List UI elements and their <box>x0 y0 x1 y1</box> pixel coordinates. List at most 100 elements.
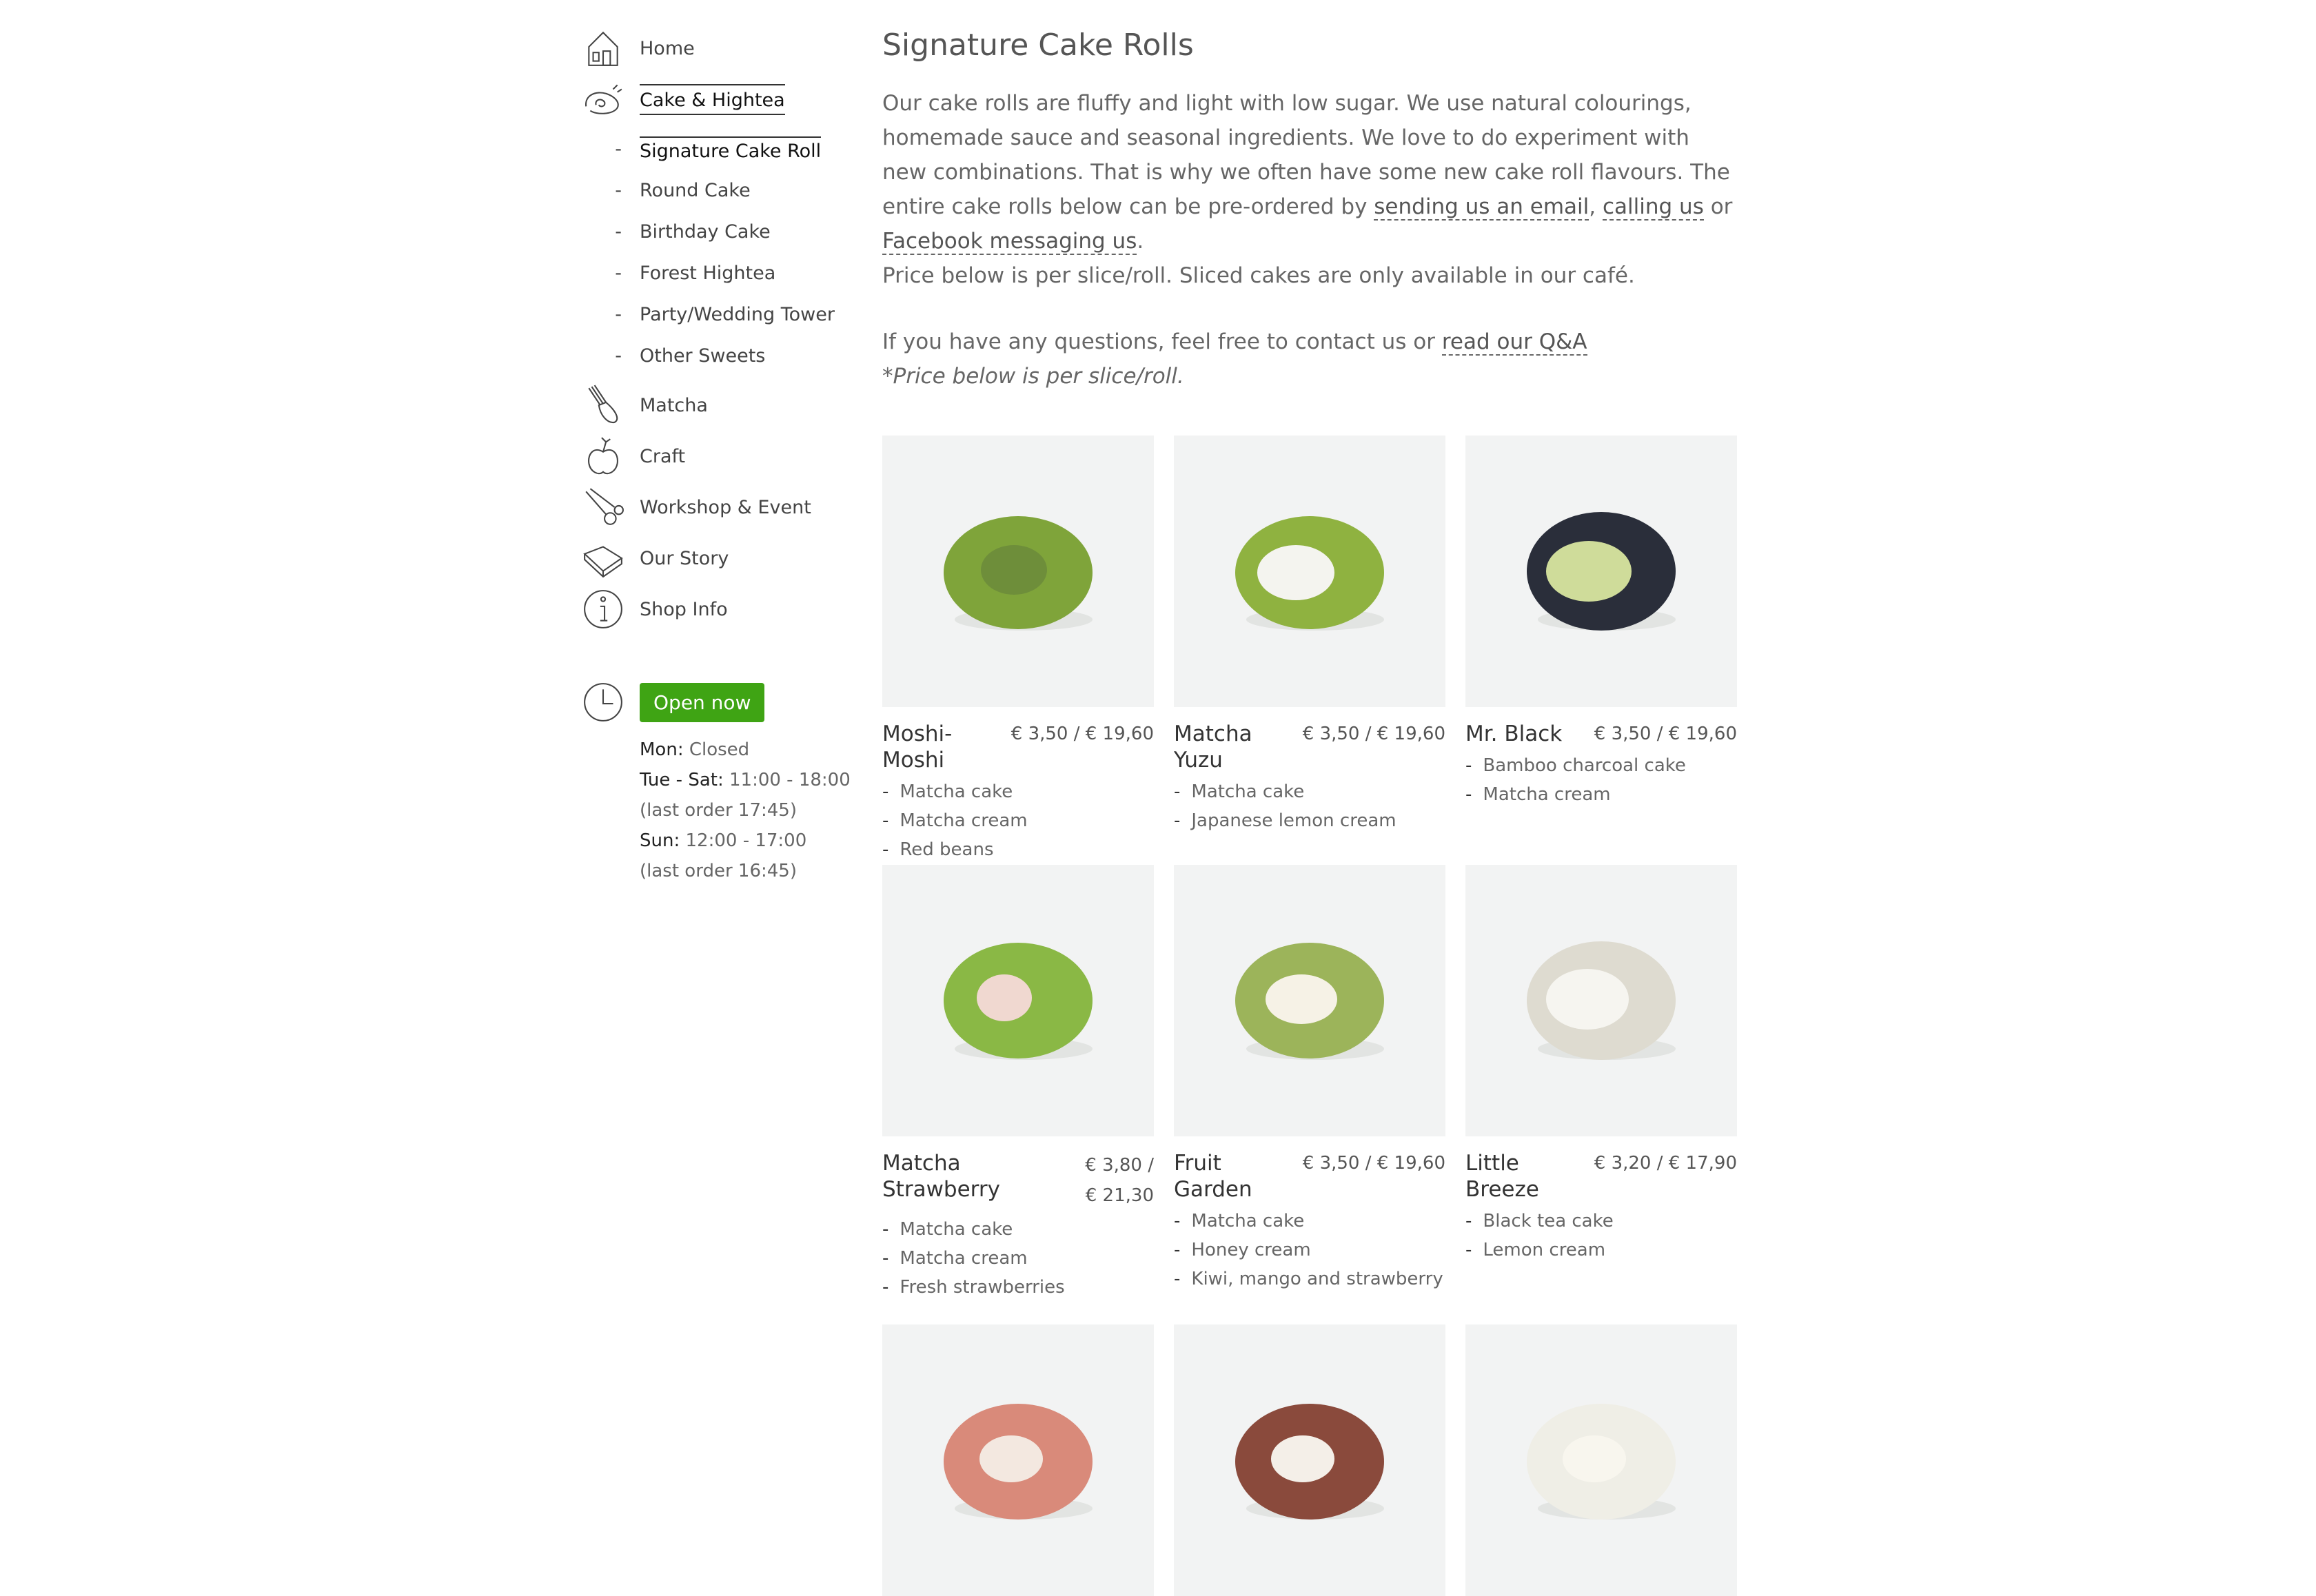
facebook-link[interactable]: Facebook messaging us <box>882 229 1137 255</box>
hours-sun: Sun: 12:00 - 17:00 <box>640 830 807 851</box>
product-price: € 3,50 / € 19,60 <box>1302 724 1445 744</box>
product-name: Matcha Strawberry <box>882 1151 1000 1202</box>
product-image[interactable] <box>882 1324 1154 1596</box>
hours-sun-note: (last order 16:45) <box>640 861 797 881</box>
ingredient: Lemon cream <box>1465 1236 1737 1265</box>
product-card[interactable]: Matcha Yuzu € 3,50 / € 19,60 Matcha cake… <box>1174 436 1445 835</box>
product-name: Matcha Yuzu <box>1174 722 1252 773</box>
ingredient: Matcha cream <box>882 1244 1154 1273</box>
subnav-item-party-wedding-tower[interactable]: - Party/Wedding Tower <box>580 294 856 335</box>
nav-label: Home <box>640 37 695 59</box>
product-price: € 3,50 / € 19,60 <box>1594 724 1737 744</box>
product-price: € 3,20 / € 17,90 <box>1594 1153 1737 1174</box>
ingredient: Matcha cake <box>882 1215 1154 1244</box>
hours-mon: Mon: Closed <box>640 739 750 760</box>
nav-item-cake-hightea[interactable]: Cake & Hightea <box>580 77 856 121</box>
product-image[interactable] <box>1465 1324 1737 1596</box>
hours-tue-sat-note: (last order 17:45) <box>640 800 797 821</box>
ingredient-list: Bamboo charcoal cake Matcha cream <box>1465 751 1737 809</box>
subnav-item-birthday-cake[interactable]: - Birthday Cake <box>580 211 856 252</box>
nav-item-workshop-event[interactable]: Workshop & Event <box>580 485 856 529</box>
product-card[interactable] <box>1465 1324 1737 1596</box>
open-status-badge: Open now <box>640 682 765 722</box>
matcha-whisk-icon <box>580 382 626 428</box>
hours-list: Mon: Closed Tue - Sat: 11:00 - 18:00 (la… <box>640 735 856 886</box>
ingredient-list: Matcha cake Matcha cream Fresh strawberr… <box>882 1215 1154 1302</box>
subnav-item-forest-hightea[interactable]: - Forest Hightea <box>580 252 856 294</box>
subnav-item-round-cake[interactable]: - Round Cake <box>580 170 856 211</box>
subnav-item-signature-cake-roll[interactable]: - Signature Cake Roll <box>580 128 856 170</box>
subnav: - Signature Cake Roll - Round Cake - Bir… <box>580 128 856 376</box>
product-card[interactable]: Fruit Garden € 3,50 / € 19,60 Matcha cak… <box>1174 865 1445 1293</box>
cake-slice-image <box>1235 1404 1384 1520</box>
italic-price-note: *Price below is per slice/roll. <box>882 364 1184 389</box>
nav-item-shop-info[interactable]: Shop Info <box>580 587 856 631</box>
subnav-label: Forest Hightea <box>640 262 776 284</box>
ingredient-list: Matcha cake Matcha cream Red beans <box>882 777 1154 864</box>
nav-item-home[interactable]: Home <box>580 26 856 70</box>
ingredient: Matcha cake <box>1174 777 1445 806</box>
product-image[interactable] <box>1174 865 1445 1136</box>
ingredient: Honey cream <box>1174 1236 1445 1265</box>
product-image[interactable] <box>1465 865 1737 1136</box>
ingredient-list: Matcha cake Honey cream Kiwi, mango and … <box>1174 1207 1445 1293</box>
email-link[interactable]: sending us an email <box>1374 194 1589 221</box>
cake-slice-image <box>944 943 1093 1060</box>
product-image[interactable] <box>1465 436 1737 707</box>
product-price: € 3,50 / € 19,60 <box>1010 724 1154 744</box>
call-link[interactable]: calling us <box>1602 194 1704 221</box>
ingredient: Kiwi, mango and strawberry <box>1174 1265 1445 1293</box>
product-card[interactable] <box>1174 1324 1445 1596</box>
cake-slice-image <box>1527 941 1676 1060</box>
subnav-label: Birthday Cake <box>640 221 771 243</box>
product-price: € 3,80 / € 21,30 <box>1085 1155 1154 1206</box>
subnav-label: Other Sweets <box>640 345 766 367</box>
product-name: Little Breeze <box>1465 1151 1539 1202</box>
product-name: Moshi-Moshi <box>882 722 953 773</box>
product-card[interactable]: Matcha Strawberry € 3,80 / € 21,30 Match… <box>882 865 1154 1302</box>
product-name: Fruit Garden <box>1174 1151 1252 1202</box>
product-name: Mr. Black <box>1465 722 1563 746</box>
nav-label: Our Story <box>640 547 729 569</box>
info-icon <box>580 586 626 632</box>
nav-item-matcha[interactable]: Matcha <box>580 383 856 427</box>
nav-label: Shop Info <box>640 598 728 620</box>
ingredient: Bamboo charcoal cake <box>1465 751 1737 780</box>
product-image[interactable] <box>882 436 1154 707</box>
sidebar-nav: Home Cake & Hightea - Signature Cake Rol… <box>580 26 856 638</box>
nav-item-our-story[interactable]: Our Story <box>580 536 856 580</box>
qa-link[interactable]: read our Q&A <box>1441 329 1587 356</box>
subnav-label: Signature Cake Roll <box>640 136 822 162</box>
opening-hours: Open now Mon: Closed Tue - Sat: 11:00 - … <box>580 679 856 886</box>
product-image[interactable] <box>1174 1324 1445 1596</box>
ingredient: Matcha cream <box>882 806 1154 835</box>
ingredient: Matcha cream <box>1465 780 1737 809</box>
nav-label: Cake & Hightea <box>640 83 785 115</box>
subnav-label: Party/Wedding Tower <box>640 303 835 325</box>
ingredient: Japanese lemon cream <box>1174 806 1445 835</box>
subnav-label: Round Cake <box>640 179 751 201</box>
ingredient: Red beans <box>882 835 1154 864</box>
subnav-item-other-sweets[interactable]: - Other Sweets <box>580 335 856 376</box>
product-image[interactable] <box>882 865 1154 1136</box>
nav-label: Matcha <box>640 394 708 416</box>
page-title: Signature Cake Rolls <box>882 28 1194 63</box>
clock-icon <box>580 679 626 725</box>
hours-tue-sat: Tue - Sat: 11:00 - 18:00 <box>640 770 851 790</box>
nav-label: Craft <box>640 445 686 467</box>
ingredient-list: Black tea cake Lemon cream <box>1465 1207 1737 1265</box>
ingredient-list: Matcha cake Japanese lemon cream <box>1174 777 1445 835</box>
intro-text: Our cake rolls are fluffy and light with… <box>882 86 1737 393</box>
nav-label: Workshop & Event <box>640 496 811 518</box>
product-card[interactable]: Little Breeze € 3,20 / € 17,90 Black tea… <box>1465 865 1737 1265</box>
product-card[interactable] <box>882 1324 1154 1596</box>
product-card[interactable]: Moshi-Moshi € 3,50 / € 19,60 Matcha cake… <box>882 436 1154 864</box>
product-image[interactable] <box>1174 436 1445 707</box>
ingredient: Black tea cake <box>1465 1207 1737 1236</box>
product-card[interactable]: Mr. Black € 3,50 / € 19,60 Bamboo charco… <box>1465 436 1737 809</box>
nav-item-craft[interactable]: Craft <box>580 434 856 478</box>
cake-slice-image <box>1527 1404 1676 1520</box>
cake-slice-image <box>1235 943 1384 1060</box>
ingredient: Matcha cake <box>882 777 1154 806</box>
main-content: Signature Cake Rolls Our cake rolls are … <box>882 28 1737 393</box>
